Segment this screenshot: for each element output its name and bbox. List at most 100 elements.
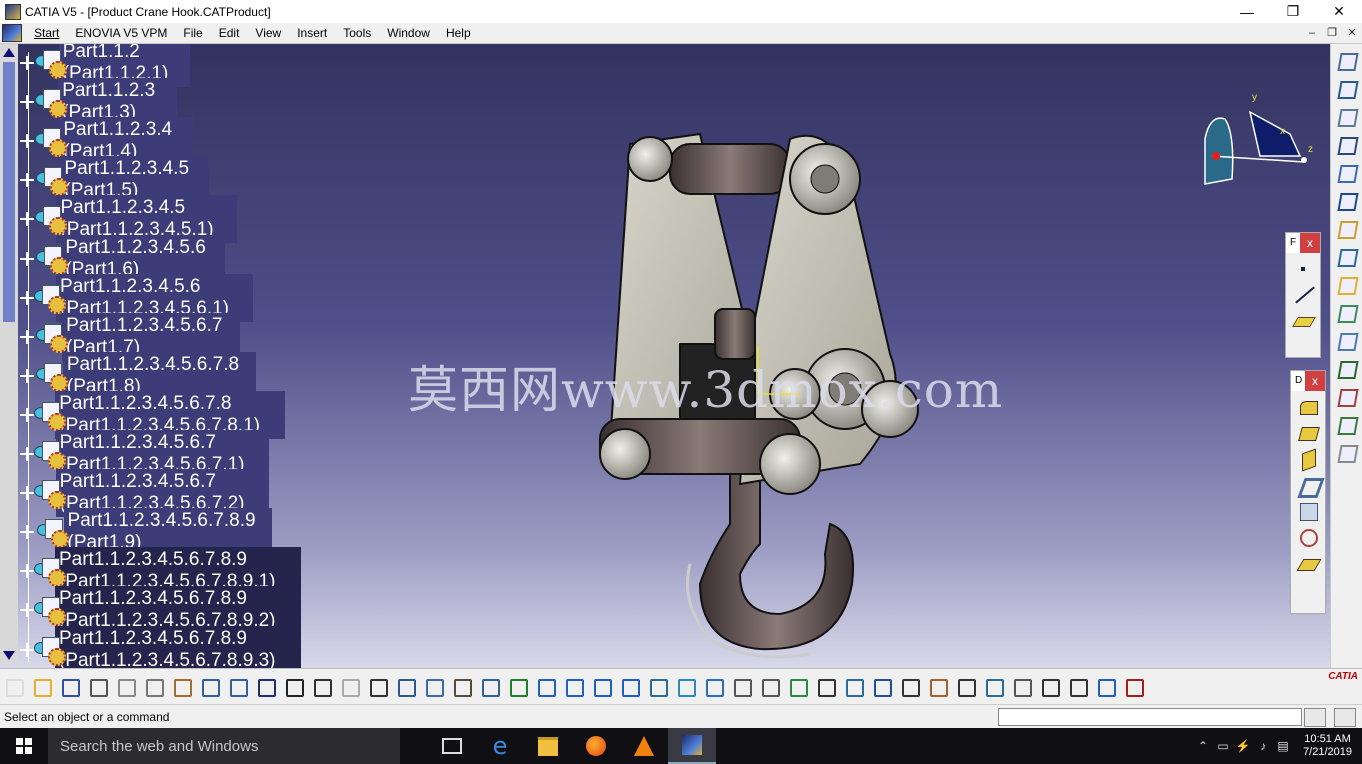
power-icon[interactable]: ⚡ [1233, 739, 1253, 753]
tree-node[interactable]: Part1.1.2.3.4.5.6.7.8 (Part1.8) [20, 351, 257, 400]
expand-plus-icon[interactable] [20, 173, 34, 188]
expand-plus-icon[interactable] [20, 447, 35, 461]
light-icon[interactable] [339, 676, 361, 698]
expand-plus-icon[interactable] [20, 290, 35, 305]
manipulate-icon[interactable] [871, 676, 893, 698]
menu-view[interactable]: View [247, 23, 289, 43]
thread-icon[interactable] [1298, 527, 1318, 547]
tree-node[interactable]: Part1.1.2 (Part1.1.2.1) [20, 44, 190, 87]
pocket-icon[interactable] [1336, 162, 1359, 184]
axis-system-icon[interactable] [1039, 676, 1061, 698]
measure-icon[interactable] [451, 676, 473, 698]
hide-show-icon[interactable] [731, 676, 753, 698]
fillet-icon[interactable] [1336, 358, 1359, 380]
minimize-button[interactable]: — [1224, 0, 1270, 23]
tree-node-label[interactable]: Part1.1.2.3.4.5.6.7.8.9 (Part1.1.2.3.4.5… [54, 625, 301, 668]
tree-node[interactable]: Part1.1.2.3.4.5.6 (Part1.1.2.3.4.5.6.1) [20, 273, 253, 322]
catalog-icon[interactable] [423, 676, 445, 698]
tree-node[interactable]: Part1.1.2.3.4.5.6.7.8.9 (Part1.9) [20, 508, 273, 557]
tree-node[interactable]: Part1.1.2.3.4.5.6.7 (Part1.1.2.3.4.5.6.7… [20, 469, 269, 518]
scroll-thumb[interactable] [3, 62, 15, 322]
expand-plus-icon[interactable] [20, 642, 35, 657]
catia-menu-icon[interactable] [2, 24, 22, 42]
taskbar-search-box[interactable]: Search the web and Windows [48, 728, 400, 764]
iso-view-icon[interactable] [703, 676, 725, 698]
update-icon[interactable] [1095, 676, 1117, 698]
line-icon[interactable] [1293, 285, 1315, 305]
cut-icon[interactable] [115, 676, 137, 698]
menu-enovia[interactable]: ENOVIA V5 VPM [67, 23, 175, 43]
multi-view-icon[interactable] [675, 676, 697, 698]
expand-plus-icon[interactable] [20, 486, 35, 501]
plane-icon[interactable] [1292, 311, 1316, 331]
menu-window[interactable]: Window [379, 23, 438, 43]
scale-icon[interactable] [1067, 676, 1089, 698]
draft-icon[interactable] [1298, 448, 1318, 472]
compass-icon[interactable]: y x z [1200, 94, 1320, 194]
axis-icon[interactable] [1336, 78, 1359, 100]
rotate-icon[interactable] [563, 676, 585, 698]
normal-view-icon[interactable] [647, 676, 669, 698]
tree-node[interactable]: Part1.1.2.3.4.5.6.7.8.9 (Part1.1.2.3.4.5… [20, 625, 301, 668]
shaft-icon[interactable] [1336, 190, 1359, 212]
chamfer-icon[interactable] [1298, 423, 1320, 443]
floating-toolbar-close-button-2[interactable]: x [1305, 371, 1325, 391]
catia-taskbar-icon[interactable] [668, 728, 716, 764]
firefox-icon[interactable] [572, 728, 620, 764]
task-view-icon[interactable] [428, 728, 476, 764]
menu-edit[interactable]: Edit [211, 23, 248, 43]
network-icon[interactable]: ▭ [1213, 739, 1233, 753]
show-hidden-icons-icon[interactable]: ⌃ [1193, 739, 1213, 753]
table-icon[interactable] [367, 676, 389, 698]
zoom-in-icon[interactable] [591, 676, 613, 698]
tree-node[interactable]: Part1.1.2.3 (Part1.3) [20, 78, 177, 127]
shell-icon[interactable] [1336, 442, 1359, 464]
volume-icon[interactable]: ♪ [1253, 739, 1273, 753]
doc-minimize-button[interactable]: – [1302, 23, 1322, 43]
menu-help[interactable]: Help [438, 23, 479, 43]
draft-icon[interactable] [1336, 414, 1359, 436]
swap-icon[interactable] [759, 676, 781, 698]
copy-icon[interactable] [143, 676, 165, 698]
tree-node[interactable]: Part1.1.2.3.4.5.6.7.8.9 (Part1.1.2.3.4.5… [20, 547, 301, 596]
paste-icon[interactable] [171, 676, 193, 698]
tree-node[interactable]: Part1.1.2.3.4 (Part1.4) [20, 117, 193, 166]
expand-plus-icon[interactable] [20, 564, 35, 579]
refresh-icon[interactable] [983, 676, 1005, 698]
print-icon[interactable] [87, 676, 109, 698]
windows-start-icon[interactable] [0, 728, 48, 764]
tree-node[interactable]: Part1.1.2.3.4.5.6.7.8.9 (Part1.1.2.3.4.5… [20, 586, 301, 635]
shading-icon[interactable] [787, 676, 809, 698]
menu-file[interactable]: File [175, 23, 210, 43]
redo-icon[interactable] [227, 676, 249, 698]
command-expand-button[interactable] [1334, 708, 1356, 727]
scroll-up-arrow-icon[interactable] [3, 48, 15, 57]
menu-insert[interactable]: Insert [289, 23, 335, 43]
save-icon[interactable] [59, 676, 81, 698]
command-list-button[interactable] [1304, 708, 1326, 727]
thickness-icon[interactable] [1298, 501, 1318, 521]
expand-plus-icon[interactable] [20, 525, 34, 540]
undo-icon[interactable] [199, 676, 221, 698]
tree-node[interactable]: Part1.1.2.3.4.5.6.7.8 (Part1.1.2.3.4.5.6… [20, 390, 285, 439]
expand-plus-icon[interactable] [20, 603, 35, 618]
expand-plus-icon[interactable] [20, 134, 35, 149]
expand-plus-icon[interactable] [20, 407, 35, 422]
snap-icon[interactable] [899, 676, 921, 698]
notification-icon[interactable]: ▤ [1273, 739, 1293, 753]
floating-toolbar-header-2[interactable]: D x [1291, 371, 1325, 391]
pan-icon[interactable] [535, 676, 557, 698]
vlc-icon[interactable] [620, 728, 668, 764]
tree-node[interactable]: Part1.1.2.3.4.5.6.7 (Part1.7) [20, 312, 241, 361]
point-icon[interactable] [1293, 259, 1313, 279]
tree-node[interactable]: Part1.1.2.3.4.5.6 (Part1.6) [20, 234, 225, 283]
comment-icon[interactable] [311, 676, 333, 698]
remove-face-icon[interactable] [1296, 553, 1322, 573]
analysis-icon[interactable] [843, 676, 865, 698]
tree-node[interactable]: Part1.1.2.3.4.5 (Part1.5) [20, 156, 209, 205]
hand-icon[interactable] [1011, 676, 1033, 698]
command-input[interactable] [998, 708, 1302, 726]
chamfer-icon[interactable] [1336, 386, 1359, 408]
floating-toolbar-close-button[interactable]: x [1300, 233, 1320, 253]
whats-this-icon[interactable] [255, 676, 277, 698]
